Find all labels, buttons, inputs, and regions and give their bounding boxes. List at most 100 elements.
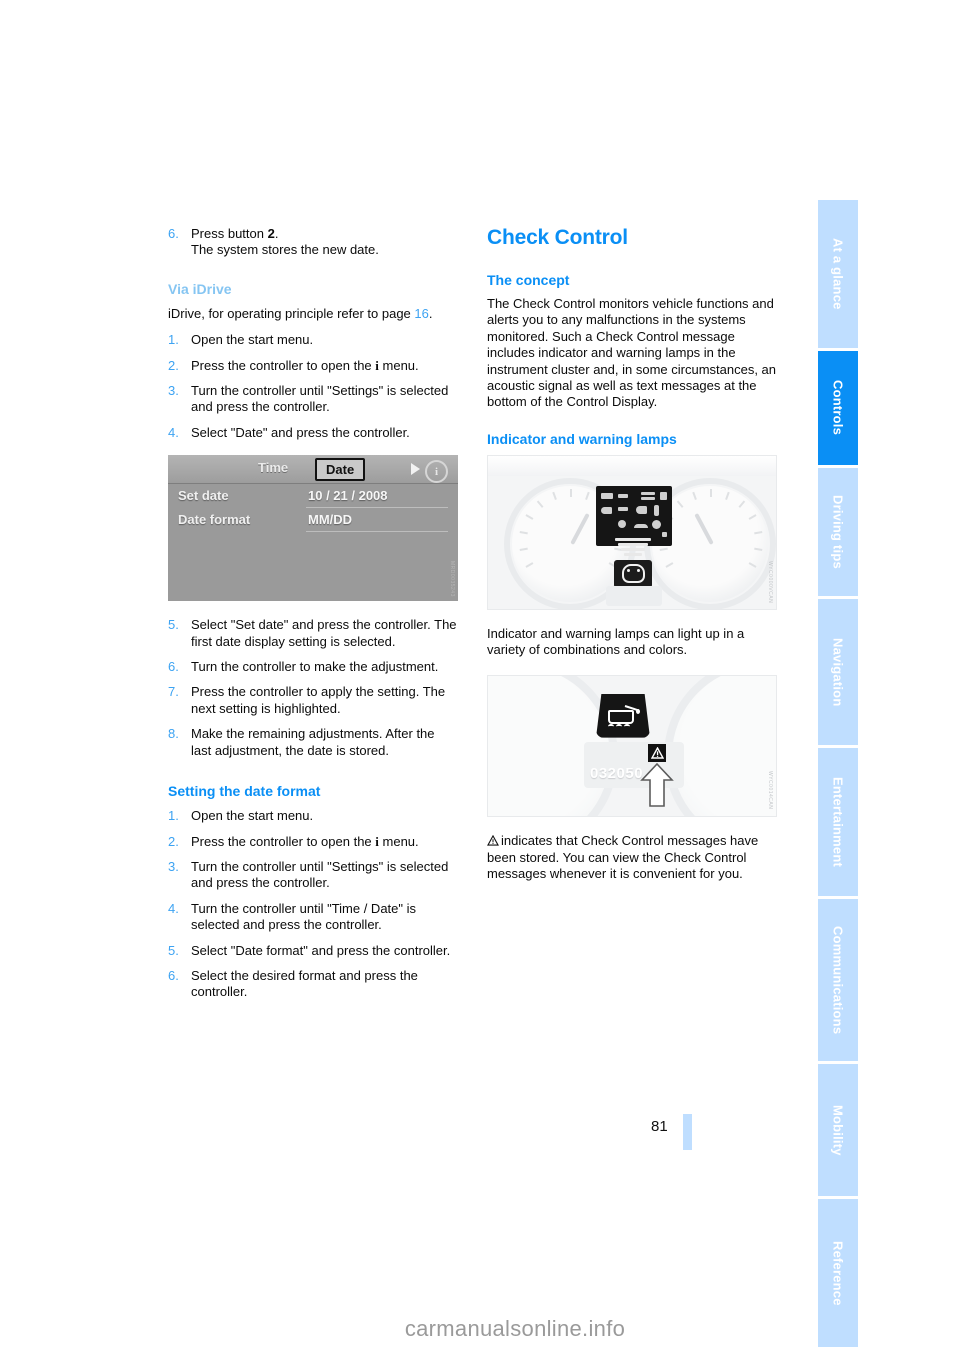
list-item: 6. Select the desired format and press t…	[168, 968, 458, 1001]
step-list-via-idrive: 1. Open the start menu. 2. Press the con…	[168, 332, 458, 441]
lamp-icon	[641, 491, 655, 495]
sidebar-tab-at-a-glance[interactable]: At a glance	[818, 200, 858, 348]
page-number-bar	[683, 1114, 692, 1150]
engine-oil-warning-icon	[596, 693, 650, 738]
divider	[306, 507, 448, 509]
step-text-post: menu.	[378, 357, 419, 373]
list-item: 2. Press the controller to open the i me…	[168, 834, 458, 850]
manual-page: At a glance Controls Driving tips Naviga…	[0, 0, 960, 1358]
idrive-row-label: Date format	[178, 512, 251, 528]
step-number: 6.	[168, 659, 179, 675]
list-item: 1. Open the start menu.	[168, 332, 458, 348]
road-lane-indicator-icon	[610, 537, 656, 560]
step-number: 3.	[168, 858, 179, 874]
list-item: 5. Select "Date format" and press the co…	[168, 943, 458, 959]
step-number: 6.	[168, 226, 179, 241]
sidebar-tab-communications[interactable]: Communications	[818, 899, 858, 1061]
button-reference: 2	[267, 226, 275, 241]
seatbelt-lamp-icon	[614, 559, 652, 588]
lamp-icon	[634, 523, 648, 528]
chevron-right-icon[interactable]	[411, 463, 420, 476]
step-text-post: .	[274, 226, 279, 241]
lamp-icon	[641, 496, 655, 500]
divider	[306, 531, 448, 533]
idrive-row-date-format[interactable]: Date format MM/DD	[168, 510, 458, 533]
sidebar-tab-entertainment[interactable]: Entertainment	[818, 748, 858, 896]
warning-lamp-panel	[596, 485, 672, 546]
step-text-line2: The system stores the new date.	[191, 242, 379, 258]
sidebar-tab-driving-tips[interactable]: Driving tips	[818, 468, 858, 596]
step-number: 3.	[168, 383, 179, 399]
step-number: 7.	[168, 684, 179, 700]
list-item: 6. Press button 2. The system stores the …	[168, 226, 458, 259]
step-text: Select "Date format" and press the contr…	[191, 942, 451, 958]
figure-watermark: WYC0014CAN	[767, 771, 773, 810]
heading-the-concept: The concept	[487, 272, 570, 288]
lamp-icon	[601, 506, 612, 514]
lamp-icon	[654, 504, 659, 516]
stored-messages-text: indicates that Check Control messages ha…	[487, 832, 759, 882]
step-text: Turn the controller until "Time / Date" …	[191, 900, 417, 933]
list-item: 1. Open the start menu.	[168, 808, 458, 824]
lamp-icon	[618, 519, 626, 528]
oil-can-glyph	[606, 704, 640, 727]
odometer-value: 032050	[590, 764, 644, 782]
step-text: Open the start menu.	[191, 332, 314, 348]
concept-paragraph: The Check Control monitors vehicle funct…	[487, 296, 777, 410]
step-number: 6.	[168, 967, 179, 983]
warning-triangle-icon	[648, 743, 666, 762]
idrive-row-set-date[interactable]: Set date 10 / 21 / 2008	[168, 486, 458, 509]
idrive-tab-time[interactable]: Time	[258, 460, 288, 475]
left-text-column: 6. Press button 2. The system stores the …	[168, 226, 458, 1010]
stored-messages-paragraph: indicates that Check Control messages ha…	[487, 833, 777, 883]
step-text: Open the start menu.	[191, 808, 314, 824]
page-reference: 16	[414, 305, 429, 321]
list-item: 7. Press the controller to apply the set…	[168, 684, 458, 717]
lamp-icon	[662, 531, 667, 537]
cluster-display-strip	[606, 585, 662, 606]
sidebar-tab-controls[interactable]: Controls	[818, 351, 858, 465]
list-item: 3. Turn the controller until "Settings" …	[168, 383, 458, 416]
step-text: Make the remaining adjustments. After th…	[191, 726, 435, 758]
step-text: Press the controller to open the i menu.	[191, 358, 419, 373]
sidebar-tab-label: Reference	[830, 1240, 846, 1306]
step-number: 1.	[168, 808, 179, 824]
step-number: 1.	[168, 332, 179, 348]
step-list-after-figure: 5. Select "Set date" and press the contr…	[168, 617, 458, 759]
heading-indicator-and-warning-lamps: Indicator and warning lamps	[487, 430, 677, 447]
page-title: Check Control	[487, 226, 628, 249]
idrive-screenshot: Time Date i Set date 10 / 21 / 2008 Date…	[168, 455, 458, 602]
idrive-row-value: 10 / 21 / 2008	[308, 488, 388, 504]
step-text: Press the controller to apply the settin…	[191, 684, 446, 716]
intro-post: .	[428, 305, 433, 321]
step-number: 4.	[168, 900, 179, 916]
idrive-row-value: MM/DD	[308, 512, 353, 528]
figure-idrive-date-menu: Time Date i Set date 10 / 21 / 2008 Date…	[168, 455, 458, 602]
callout-arrow-icon	[640, 762, 674, 808]
step-text-pre: Press the controller to open the	[191, 357, 376, 373]
step-text-pre: Press the controller to open the	[191, 833, 376, 849]
step-number: 5.	[168, 617, 179, 633]
list-item: 4. Select "Date" and press the controlle…	[168, 425, 458, 441]
instrument-cluster-image: WYC0000VCAN	[487, 454, 777, 610]
list-item: 2. Press the controller to open the i me…	[168, 358, 458, 374]
step-number: 8.	[168, 726, 179, 742]
step-text-pre: Press button	[191, 226, 268, 241]
site-watermark: carmanualsonline.info	[0, 1316, 960, 1342]
sidebar-tab-navigation[interactable]: Navigation	[818, 599, 858, 745]
idrive-tab-date[interactable]: Date	[315, 458, 366, 482]
occupant-icon	[621, 564, 645, 584]
step-list-carryover: 6. Press button 2. The system stores the …	[168, 226, 458, 259]
step-number: 4.	[168, 424, 179, 440]
sidebar-tab-mobility[interactable]: Mobility	[818, 1064, 858, 1196]
lamp-icon	[601, 492, 613, 499]
page-number: 81	[651, 1118, 668, 1135]
lamp-icon	[618, 493, 628, 498]
lamps-caption: Indicator and warning lamps can light up…	[487, 625, 745, 658]
step-text: Press the controller to open the i menu.	[191, 834, 419, 849]
site-watermark-text: carmanualsonline.info	[404, 1316, 626, 1341]
step-text: Turn the controller until "Settings" is …	[191, 383, 449, 415]
idrive-intro-paragraph: iDrive, for operating principle refer to…	[168, 306, 458, 322]
step-text: Turn the controller to make the adjustme…	[191, 659, 439, 675]
list-item: 8. Make the remaining adjustments. After…	[168, 726, 458, 759]
